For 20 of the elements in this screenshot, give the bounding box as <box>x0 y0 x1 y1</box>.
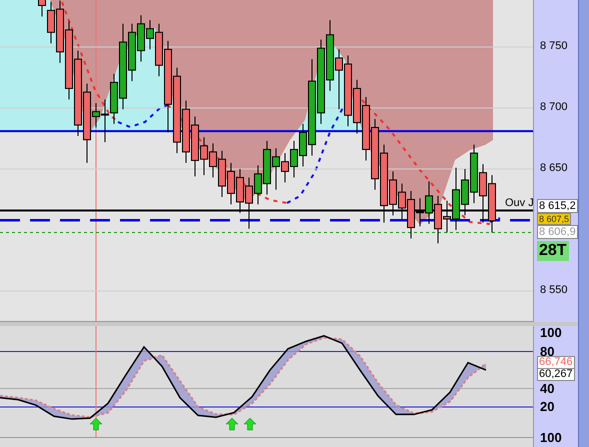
axis-label: 8 700 <box>540 100 568 114</box>
value-tag: 66,746 <box>537 356 575 369</box>
timeframe-badge: 28T <box>537 241 569 261</box>
price-tag: 8 606,9 <box>537 225 578 239</box>
level-label: Ouv J <box>505 197 534 209</box>
axis-label: 40 <box>540 382 554 395</box>
axis-label: 8 750 <box>540 40 568 53</box>
price-tag: 8 607,5 <box>537 213 572 225</box>
up-arrow-icon <box>90 418 102 430</box>
axis-label: 8 550 <box>540 284 568 297</box>
price-tag: 8 615,2 <box>537 199 578 213</box>
axis-label: 100 <box>540 326 562 340</box>
value-tag: 60,267 <box>537 368 575 381</box>
axis-label: 8 650 <box>540 162 568 175</box>
axis-label: 100 <box>540 431 562 444</box>
axis-label: 80 <box>540 344 554 358</box>
axis-label: 20 <box>540 400 554 414</box>
scrollbar[interactable] <box>578 0 589 447</box>
up-arrow-icon <box>244 418 256 430</box>
up-arrow-icon <box>226 418 238 430</box>
